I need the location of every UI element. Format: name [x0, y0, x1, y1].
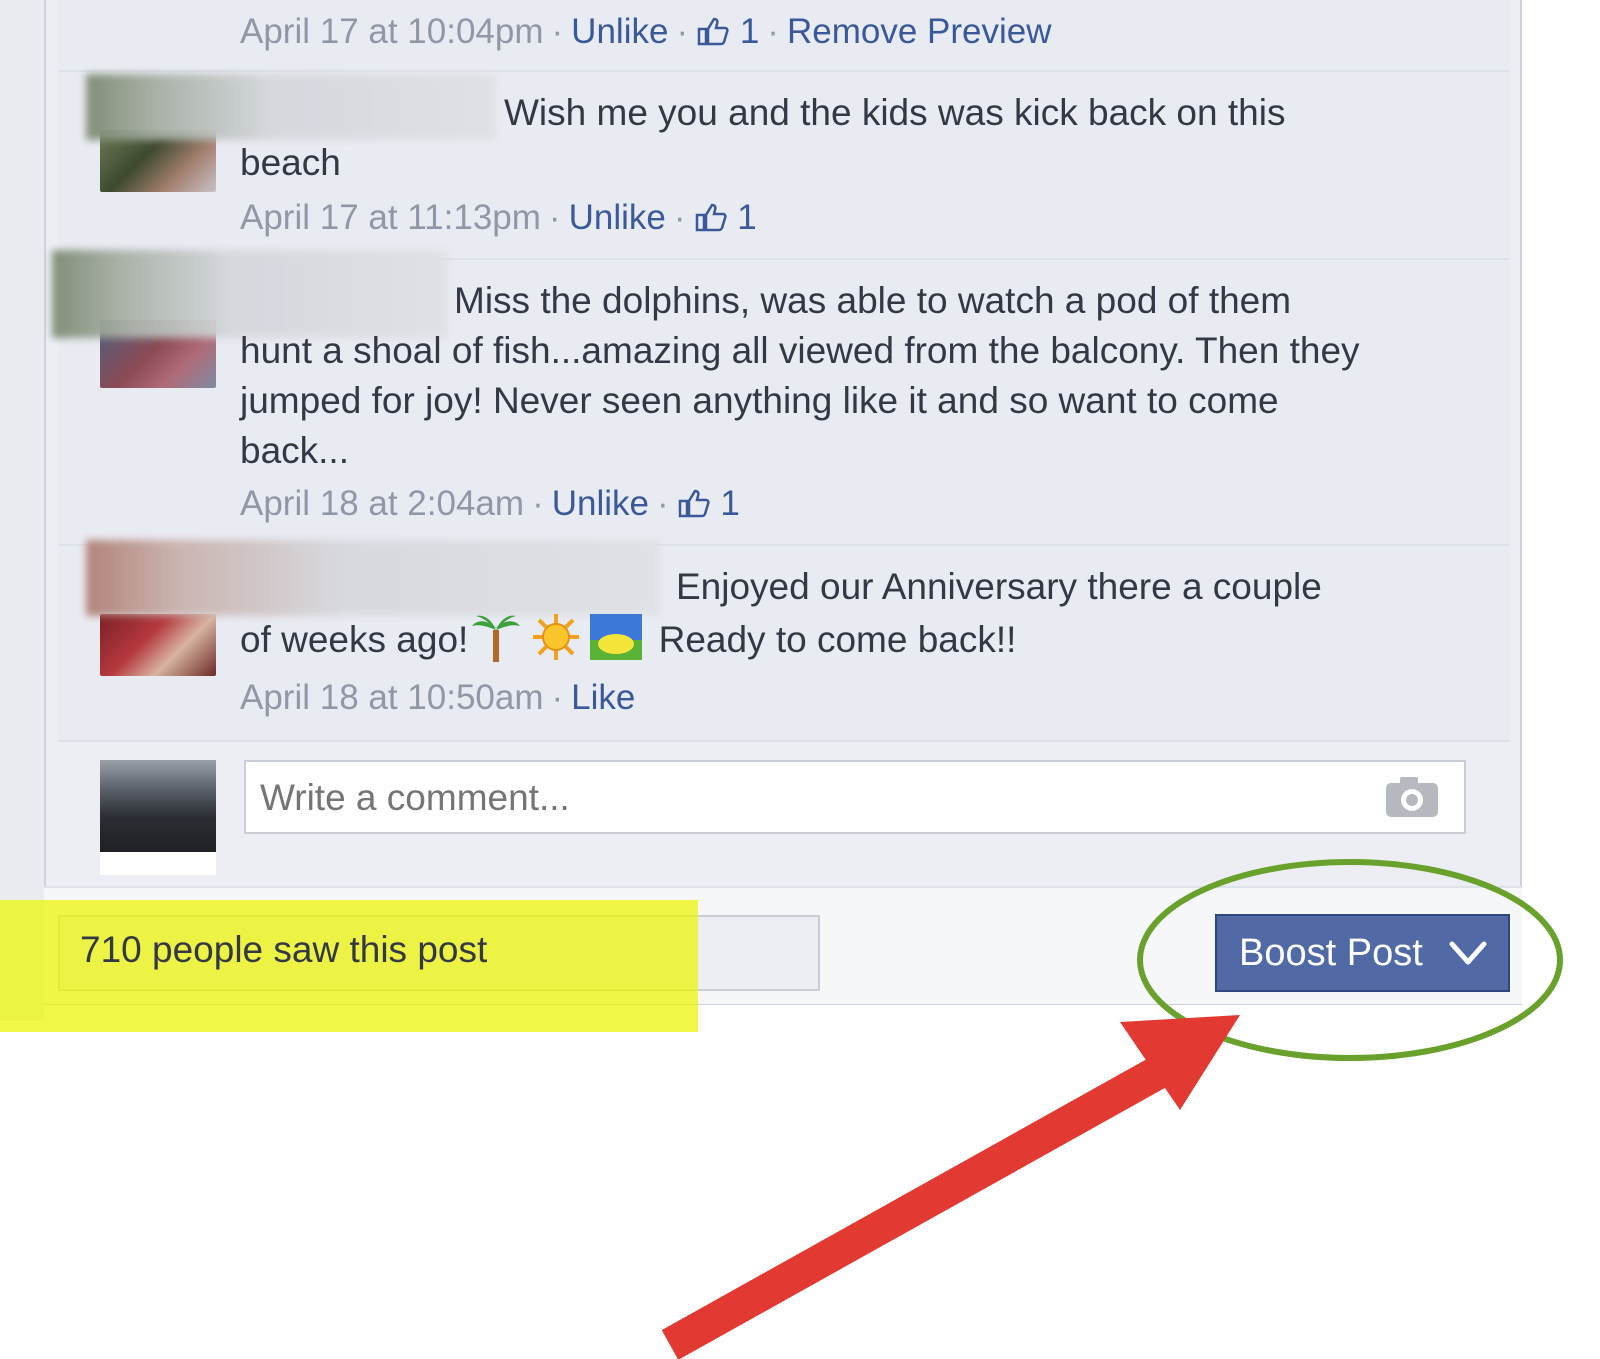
comment-meta: April 17 at 10:04pm · Unlike · 1 · Remove Pre… [240, 12, 1052, 51]
unlike-link[interactable]: Unlike [552, 484, 649, 523]
comment-text-part: of weeks ago! [240, 619, 469, 660]
comment-timestamp[interactable]: April 18 at 10:50am [240, 678, 544, 717]
comment-input-box[interactable] [244, 760, 1466, 834]
like-count[interactable]: 1 [696, 12, 759, 51]
comment-text-continued: jumped for joy! Never seen anything like… [240, 380, 1279, 421]
unlike-link[interactable]: Unlike [571, 12, 668, 51]
comment-item: Miss the dolphins, was able to watch a p… [52, 250, 1510, 546]
comment-composer [58, 760, 1514, 880]
like-count-value: 1 [739, 12, 760, 51]
comment-input[interactable] [258, 772, 1342, 824]
current-user-avatar[interactable] [100, 760, 216, 875]
thumbs-up-icon [695, 203, 727, 232]
like-count-value: 1 [720, 484, 740, 523]
comment-text-continued: of weeks ago! Ready to come back!! [240, 612, 1016, 665]
comment-meta: April 17 at 11:13pm · Unlike · 1 [240, 198, 757, 237]
thumbs-up-icon [697, 17, 729, 46]
page-background-strip [0, 0, 44, 1020]
comment-text-part: Ready to come back!! [658, 619, 1017, 660]
comment-timestamp[interactable]: April 17 at 10:04pm [240, 12, 544, 51]
comment-text-continued: back... [240, 430, 349, 471]
like-link[interactable]: Like [571, 678, 635, 717]
like-count-value: 1 [737, 198, 757, 237]
comment-item: Enjoyed our Anniversary there a couple o… [58, 540, 1510, 742]
comment-item: April 17 at 10:04pm · Unlike · 1 · Remove Pre… [58, 0, 1510, 72]
unlike-link[interactable]: Unlike [569, 198, 666, 237]
camera-icon[interactable] [1384, 774, 1440, 820]
boost-post-label: Boost Post [1239, 932, 1423, 974]
redacted-commenter-name [86, 540, 660, 616]
red-arrow-annotation [661, 1015, 1240, 1359]
comment-timestamp[interactable]: April 18 at 2:04am [240, 484, 524, 523]
comment-timestamp[interactable]: April 17 at 11:13pm [240, 198, 541, 237]
comment-meta: April 18 at 2:04am · Unlike · 1 [240, 484, 740, 523]
comment-text: Wish me you and the kids was kick back o… [504, 92, 1286, 133]
post-reach-text: 710 people saw this post [80, 929, 488, 970]
chevron-down-icon[interactable] [1448, 938, 1488, 968]
comment-text-continued: beach [240, 142, 341, 183]
boost-post-button[interactable]: Boost Post [1215, 914, 1510, 992]
comment-text: Miss the dolphins, was able to watch a p… [454, 280, 1292, 321]
thumbs-up-icon [678, 489, 710, 518]
comment-meta: April 18 at 10:50am · Like [240, 678, 636, 717]
remove-preview-link[interactable]: Remove Preview [787, 12, 1052, 51]
like-count[interactable]: 1 [677, 484, 740, 523]
like-count[interactable]: 1 [694, 198, 757, 237]
sun-icon [533, 614, 580, 660]
comment-item: Wish me you and the kids was kick back o… [58, 72, 1510, 260]
sunrise-icon [590, 614, 643, 660]
palm-tree-icon [472, 615, 521, 662]
redacted-commenter-name [86, 74, 496, 140]
comment-text-continued: hunt a shoal of fish...amazing all viewe… [240, 330, 1360, 371]
comment-text: Enjoyed our Anniversary there a couple [676, 566, 1322, 607]
commenter-avatar[interactable] [100, 614, 216, 676]
redacted-commenter-name [52, 250, 448, 338]
